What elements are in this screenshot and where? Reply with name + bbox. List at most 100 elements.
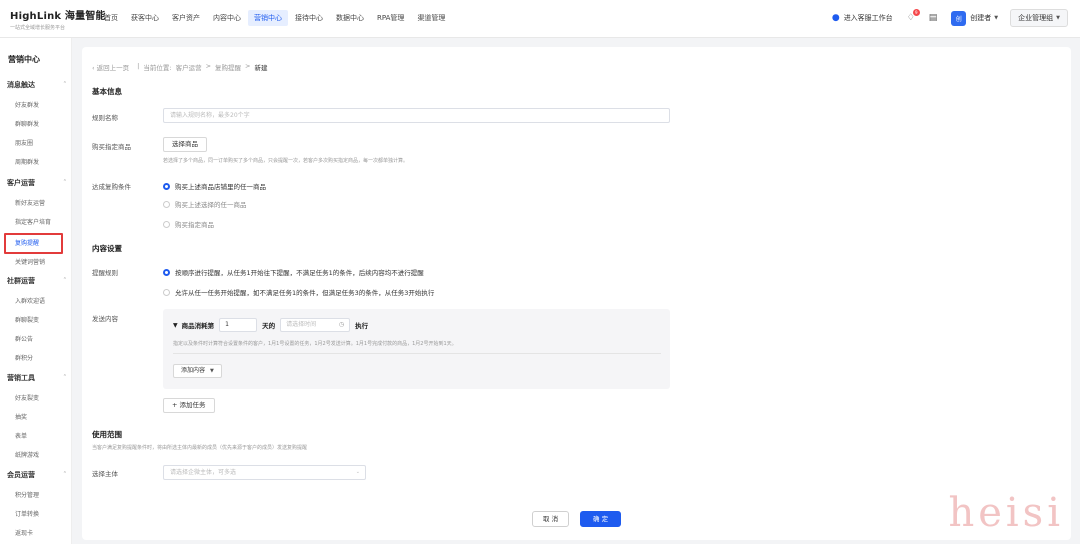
sidebar-group-label: 消息触达: [7, 81, 35, 89]
top-bar: HighLink 海量智能 一站式全域增长服务平台 首页 获客中心 客户资产 内…: [0, 0, 1080, 38]
sidebar-item[interactable]: 纸牌游戏: [15, 450, 39, 459]
nav-acquisition[interactable]: 获客中心: [125, 10, 165, 26]
condition-radio-1[interactable]: 购买上述商品店铺里的任一商品: [163, 181, 266, 191]
reminder-rule-radio-1[interactable]: 按顺序进行提醒，从任务1开始往下提醒，不满足任务1的条件，后续内容均不进行提醒: [163, 267, 424, 277]
sidebar-group-tools[interactable]: 营销工具 ⌃: [7, 373, 67, 383]
section-content-settings: 内容设置: [92, 244, 122, 253]
subject-select[interactable]: 请选择企微主体，可多选 ⌄: [163, 465, 366, 480]
caret-down-icon: ▼: [994, 15, 999, 21]
chevron-up-icon: ⌃: [62, 81, 67, 87]
confirm-button[interactable]: 确 定: [580, 511, 622, 527]
main-panel: ‹ 返回上一页 | 当前位置: 客户运营 > 复购提醒 > 新建 基本信息 规则…: [82, 47, 1071, 540]
user-menu[interactable]: 创 创建者 ▼: [951, 10, 999, 26]
watermark: heisi: [948, 490, 1064, 536]
reminder-rule-option-label: 允许从任一任务开始提醒，如不满足任务1的条件，但满足任务3的条件，从任务3开始执…: [175, 289, 435, 297]
sidebar-item[interactable]: 表单: [15, 431, 27, 440]
sidebar-item[interactable]: 返现卡: [15, 528, 33, 537]
add-task-button[interactable]: + 添加任务: [163, 398, 215, 413]
nav-data[interactable]: 数据中心: [330, 10, 370, 26]
chevron-up-icon: ⌃: [62, 471, 67, 477]
clock-icon: ◷: [338, 321, 345, 328]
agent-icon: ●: [831, 13, 840, 23]
rule-name-input[interactable]: 请输入规则名称，最多20个字: [163, 108, 670, 123]
sidebar-item[interactable]: 好友裂变: [15, 393, 39, 402]
sidebar-item[interactable]: 关键词营销: [15, 257, 45, 266]
logo[interactable]: HighLink 海量智能 一站式全域增长服务平台: [10, 7, 106, 31]
sidebar-group-customer-ops[interactable]: 客户运营 ⌃: [7, 178, 67, 188]
sidebar-group-membership[interactable]: 会员运营 ⌃: [7, 470, 67, 480]
chevron-up-icon: ⌃: [62, 179, 67, 185]
sidebar-item[interactable]: 群公告: [15, 334, 33, 343]
crumb-customer-ops[interactable]: 客户运营: [176, 62, 202, 72]
nav-reception[interactable]: 接待中心: [289, 10, 329, 26]
sidebar-group-community[interactable]: 社群运营 ⌃: [7, 276, 67, 286]
add-content-button[interactable]: 添加内容 ▼: [173, 364, 222, 378]
sidebar-item[interactable]: 群积分: [15, 353, 33, 362]
task-hint: 指定以及条件时计算符合设置条件的客户，1月1号设置的任务，1月2号发送计算。1月…: [173, 341, 457, 347]
cancel-button[interactable]: 取 消: [532, 511, 570, 527]
caret-down-icon: ▼: [1056, 15, 1060, 21]
task-box: ▼ 商品消耗第 1 天的 请选择时间 ◷ 执行 指定以及条件时计算符合设置条件的客…: [163, 309, 670, 389]
user-name: 创建者: [970, 14, 992, 22]
condition-option-label: 购买指定商品: [175, 221, 214, 229]
section-scope: 使用范围: [92, 430, 122, 439]
nav-home[interactable]: 首页: [98, 10, 124, 26]
workspace-link-label: 进入客服工作台: [843, 14, 893, 22]
collapse-triangle-icon[interactable]: ▼: [173, 322, 178, 329]
document-icon[interactable]: ▤: [929, 13, 938, 23]
workspace-link[interactable]: ● 进入客服工作台: [832, 13, 893, 23]
condition-option-label: 购买上述商品店铺里的任一商品: [175, 183, 266, 191]
org-switch-button[interactable]: 企业管理组 ▼: [1010, 9, 1068, 27]
sidebar-item[interactable]: 指定客户培育: [15, 217, 51, 226]
crumb-current: 新建: [254, 64, 268, 72]
back-link-label: 返回上一页: [96, 64, 130, 72]
select-product-button[interactable]: 选择商品: [163, 137, 207, 152]
radio-icon: [163, 200, 170, 208]
crumb-repurchase[interactable]: 复购提醒: [215, 62, 241, 72]
add-content-label: 添加内容: [181, 367, 206, 374]
chevron-up-icon: ⌃: [62, 374, 67, 380]
nav-channel[interactable]: 渠道管理: [411, 10, 451, 26]
notification-badge: 9: [912, 9, 920, 16]
sidebar-title: 营销中心: [8, 55, 40, 64]
nav-content[interactable]: 内容中心: [207, 10, 247, 26]
task-prefix: 商品消耗第: [181, 322, 215, 330]
sidebar-item[interactable]: 群聊裂变: [15, 315, 39, 324]
scope-hint: 当客户满足复购提醒条件时，将由所选主体内最新的成员（优先来源于客户的成员）发送复…: [92, 445, 308, 451]
product-hint: 若选择了多个商品，同一订单购买了多个商品，只会提醒一次，若客户多次购买指定商品，…: [163, 158, 409, 164]
sidebar-group-message[interactable]: 消息触达 ⌃: [7, 80, 67, 90]
back-link[interactable]: ‹ 返回上一页: [92, 62, 133, 72]
sidebar-item[interactable]: 新好友运营: [15, 198, 45, 207]
sidebar-item[interactable]: 抽奖: [15, 412, 27, 421]
nav-customer-assets[interactable]: 客户资产: [166, 10, 206, 26]
task-row: ▼ 商品消耗第 1 天的 请选择时间 ◷ 执行: [173, 318, 368, 332]
reminder-rule-radio-2[interactable]: 允许从任一任务开始提醒，如不满足任务1的条件，但满足任务3的条件，从任务3开始执…: [163, 287, 434, 297]
avatar: 创: [951, 10, 967, 26]
condition-radio-3[interactable]: 购买指定商品: [163, 219, 214, 229]
highlight-box: [4, 233, 63, 254]
task-days-unit: 天的: [262, 322, 276, 330]
chevron-down-icon: ⌄: [355, 469, 360, 475]
nav-marketing[interactable]: 营销中心: [248, 10, 288, 26]
logo-title: HighLink 海量智能: [10, 11, 106, 22]
sidebar-item[interactable]: 周期群发: [15, 157, 39, 166]
sidebar-item[interactable]: 订单转换: [15, 509, 39, 518]
crumb-sep: >: [245, 62, 251, 70]
logo-subtitle: 一站式全域增长服务平台: [10, 25, 66, 31]
condition-radio-2[interactable]: 购买上述选择的任一商品: [163, 199, 247, 209]
product-label: 购买指定商品: [92, 143, 131, 151]
radio-checked-icon: [163, 182, 170, 190]
reminder-rule-option-label: 按顺序进行提醒，从任务1开始往下提醒，不满足任务1的条件，后续内容均不进行提醒: [175, 269, 424, 277]
task-days-input[interactable]: 1: [219, 318, 258, 332]
task-suffix: 执行: [355, 322, 369, 330]
sidebar-item[interactable]: 好友群发: [15, 100, 39, 109]
send-content-label: 发送内容: [92, 315, 118, 323]
notification-bell[interactable]: ♢ 9: [907, 9, 920, 23]
sidebar-item[interactable]: 群聊群发: [15, 119, 39, 128]
time-picker[interactable]: 请选择时间 ◷: [280, 318, 351, 332]
sidebar-item[interactable]: 朋友圈: [15, 138, 33, 147]
nav-rpa[interactable]: RPA管理: [371, 10, 410, 26]
subject-label: 选择主体: [92, 470, 118, 478]
sidebar-item[interactable]: 入群欢迎语: [15, 296, 45, 305]
sidebar-item[interactable]: 积分管理: [15, 490, 39, 499]
